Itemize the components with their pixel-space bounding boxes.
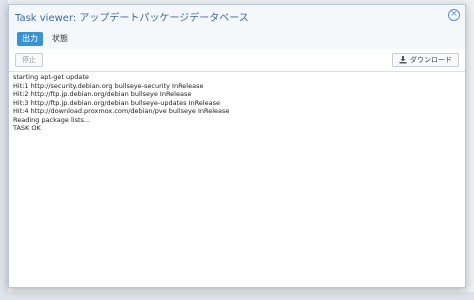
log-line: Hit:2 http://ftp.jp.debian.org/debian bu… (13, 90, 192, 98)
stop-button[interactable]: 停止 (15, 53, 43, 67)
close-icon[interactable]: × (448, 9, 460, 21)
toolbar: 停止 ダウンロード (9, 49, 465, 72)
window-titlebar: Task viewer: アップデートパッケージデータベース × (9, 5, 465, 28)
log-line: Hit:3 http://ftp.jp.debian.org/debian bu… (13, 98, 220, 107)
background-sidebar (0, 0, 8, 300)
download-label: ダウンロード (410, 56, 452, 64)
download-icon (399, 56, 407, 64)
tab-status[interactable]: 状態 (47, 32, 73, 46)
download-button[interactable]: ダウンロード (392, 53, 459, 67)
log-line: Reading package lists... (13, 115, 91, 124)
log-line: Hit:1 http://security.debian.org bullsey… (13, 81, 204, 90)
log-line: Hit:4 http://download.proxmox.com/debian… (13, 107, 230, 115)
log-line: TASK OK (13, 124, 41, 132)
tab-output[interactable]: 出力 (17, 32, 43, 46)
task-viewer-window: Task viewer: アップデートパッケージデータベース × 出力 状態 停… (8, 4, 466, 288)
tab-bar: 出力 状態 (9, 27, 465, 50)
window-title: Task viewer: アップデートパッケージデータベース (15, 13, 249, 24)
log-line: starting apt-get update (13, 73, 89, 81)
task-log-output: starting apt-get update Hit:1 http://sec… (13, 73, 461, 283)
background-footer (0, 292, 474, 300)
